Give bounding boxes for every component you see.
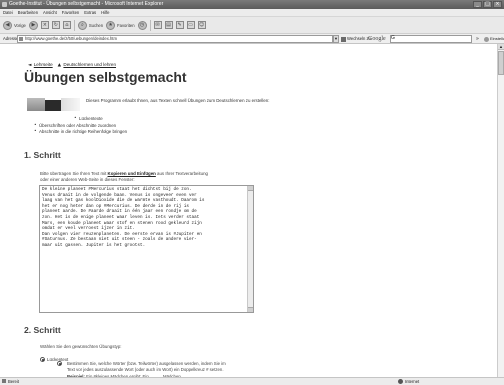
menu-edit[interactable]: Bearbeiten xyxy=(18,9,38,16)
toolbar-separator xyxy=(73,19,75,31)
menu-file[interactable]: Datei xyxy=(3,9,13,16)
text-input-area[interactable]: De kleine planeet #Mercurius staat het d… xyxy=(39,185,254,313)
stop-icon[interactable]: × xyxy=(40,21,49,29)
menu-help[interactable]: Hilfe xyxy=(101,9,109,16)
edit-icon[interactable]: ✎ xyxy=(175,21,184,29)
radio-lueckentext[interactable]: Lückentext xyxy=(40,357,68,362)
mail-icon[interactable]: ✉ xyxy=(153,21,162,29)
star-icon: ★ xyxy=(106,20,116,30)
favorites-button[interactable]: ★ Favoriten xyxy=(106,20,135,30)
page-title: Übungen selbstgemacht xyxy=(24,69,187,85)
step2-heading: 2. Schritt xyxy=(24,325,61,335)
discuss-icon[interactable]: ▭ xyxy=(186,21,195,29)
status-bar: Bereit Internet xyxy=(0,377,504,385)
scroll-up-icon[interactable] xyxy=(248,186,253,191)
lehrseite-link[interactable]: Lehrseite xyxy=(34,62,53,67)
deutschlernen-link[interactable]: Deutschlernen und lehren xyxy=(63,62,116,67)
document-icon xyxy=(2,379,6,383)
step1-heading: 1. Schritt xyxy=(24,150,61,160)
menu-bar: Datei Bearbeiten Ansicht Favoriten Extra… xyxy=(0,9,504,17)
radio2-line2: Text vor jedes auszulassende Wort (oder … xyxy=(67,367,224,372)
textarea-content: De kleine planeet #Mercurius staat het d… xyxy=(42,187,205,248)
window-title-bar: Goethe-Institut - Übungen selbstgemacht … xyxy=(0,0,504,9)
google-search-input[interactable]: G xyxy=(390,35,472,43)
scroll-up-arrow-icon[interactable]: ▲ xyxy=(498,44,504,50)
go-arrow-icon xyxy=(341,36,346,42)
back-arrow-icon: ◀ xyxy=(3,20,12,30)
left-arrow-icon: ◄ xyxy=(28,63,32,68)
radio-selected-icon[interactable] xyxy=(40,357,45,362)
radio-option-hash[interactable] xyxy=(57,361,62,366)
list-item: Lückentexte xyxy=(74,116,127,121)
settings-label: Einstellungen xyxy=(490,36,504,41)
go-button[interactable]: Wechseln zu xyxy=(341,34,371,44)
globe-icon xyxy=(398,379,403,384)
intro-text: Dieses Programm erlaubt Ihnen, aus Texte… xyxy=(86,98,270,103)
forward-arrow-icon: ▶ xyxy=(28,20,38,30)
print-icon[interactable]: ▤ xyxy=(164,21,173,29)
close-button[interactable]: × xyxy=(493,1,502,8)
search-label: Suchen xyxy=(88,22,104,28)
ie-app-icon xyxy=(2,2,7,7)
radio-option-hash-description: Bestimmen Sie, welche Wörter (bzw. Teilw… xyxy=(67,361,347,373)
page-icon xyxy=(19,37,23,41)
address-bar: Adresse http://www.goethe.de/z/50/uebung… xyxy=(0,34,504,44)
window-controls: _ □ × xyxy=(473,1,502,8)
favorites-label: Favoriten xyxy=(117,22,135,28)
scroll-down-icon[interactable] xyxy=(248,307,253,312)
minimize-button[interactable]: _ xyxy=(473,1,482,8)
nav-link-lehrseite[interactable]: ◄ Lehrseite xyxy=(28,62,53,68)
forward-button[interactable]: ▶ xyxy=(28,20,38,30)
list-item: Abschnitte in die richtige Reihenfolge b… xyxy=(34,129,127,134)
toolbar-separator xyxy=(149,19,151,31)
address-dropdown-icon[interactable]: ▼ xyxy=(333,35,339,43)
zone-label: Internet xyxy=(405,379,420,384)
search-button[interactable]: ⌕ Suchen xyxy=(77,20,104,30)
page-scrollbar[interactable]: ▲ xyxy=(497,44,504,377)
maximize-button[interactable]: □ xyxy=(483,1,492,8)
copy-paste-link[interactable]: Kopieren und Einfügen xyxy=(108,171,156,176)
settings-icon xyxy=(484,36,489,42)
header-image xyxy=(27,98,80,111)
radio-selected-icon[interactable] xyxy=(57,361,62,366)
standard-toolbar: ◀ Vorige ▶ × ↻ ⌂ ⌕ Suchen ★ Favoriten ◷ … xyxy=(0,17,504,34)
google-toolbar-logo: Google xyxy=(368,36,386,42)
radio2-line1: Bestimmen Sie, welche Wörter (bzw. Teilw… xyxy=(67,361,226,366)
breadcrumb: ◄ Lehrseite ▲ Deutschlernen und lehren xyxy=(28,62,116,68)
security-zone: Internet xyxy=(398,378,419,385)
step1-text-pre: Bitte übertragen Sie Ihren Text mit xyxy=(40,171,108,176)
history-icon[interactable]: ◷ xyxy=(137,20,147,30)
home-icon[interactable]: ⌂ xyxy=(62,21,71,29)
search-icon: ⌕ xyxy=(77,20,87,30)
up-arrow-icon: ▲ xyxy=(57,63,62,68)
scroll-thumb[interactable] xyxy=(498,51,504,75)
refresh-icon[interactable]: ↻ xyxy=(51,21,60,29)
step1-instructions: Bitte übertragen Sie Ihren Text mit Kopi… xyxy=(40,171,208,183)
step2-instructions: Wählen Sie den gewünschten Übungstyp: xyxy=(40,344,122,349)
feature-list: Lückentexte Überschriften oder Abschnitt… xyxy=(34,116,127,136)
list-item: Überschriften oder Abschnitte zuordnen xyxy=(34,123,127,128)
menu-view[interactable]: Ansicht xyxy=(43,9,57,16)
back-label: Vorige xyxy=(14,22,26,28)
google-g-icon: G xyxy=(391,35,395,41)
toolbar-more-chevron[interactable]: » xyxy=(476,34,479,44)
messenger-icon[interactable]: ☺ xyxy=(197,21,206,29)
menu-favorites[interactable]: Favoriten xyxy=(62,9,79,16)
window-title: Goethe-Institut - Übungen selbstgemacht … xyxy=(9,1,164,7)
address-url: http://www.goethe.de/z/50/uebungen/deind… xyxy=(25,36,117,41)
back-button[interactable]: ◀ Vorige xyxy=(3,20,26,30)
settings-button[interactable]: Einstellungen xyxy=(484,34,504,44)
step1-text-line2: oder einer anderen Web-Seite in dieses F… xyxy=(40,177,135,182)
textarea-scrollbar[interactable] xyxy=(247,186,253,312)
step1-text-post: aus Ihrer Textverarbeitung xyxy=(155,171,208,176)
menu-tools[interactable]: Extras xyxy=(84,9,96,16)
status-text: Bereit xyxy=(8,379,19,384)
nav-link-deutschlernen[interactable]: ▲ Deutschlernen und lehren xyxy=(58,62,116,68)
address-input[interactable]: http://www.goethe.de/z/50/uebungen/deind… xyxy=(17,35,333,43)
